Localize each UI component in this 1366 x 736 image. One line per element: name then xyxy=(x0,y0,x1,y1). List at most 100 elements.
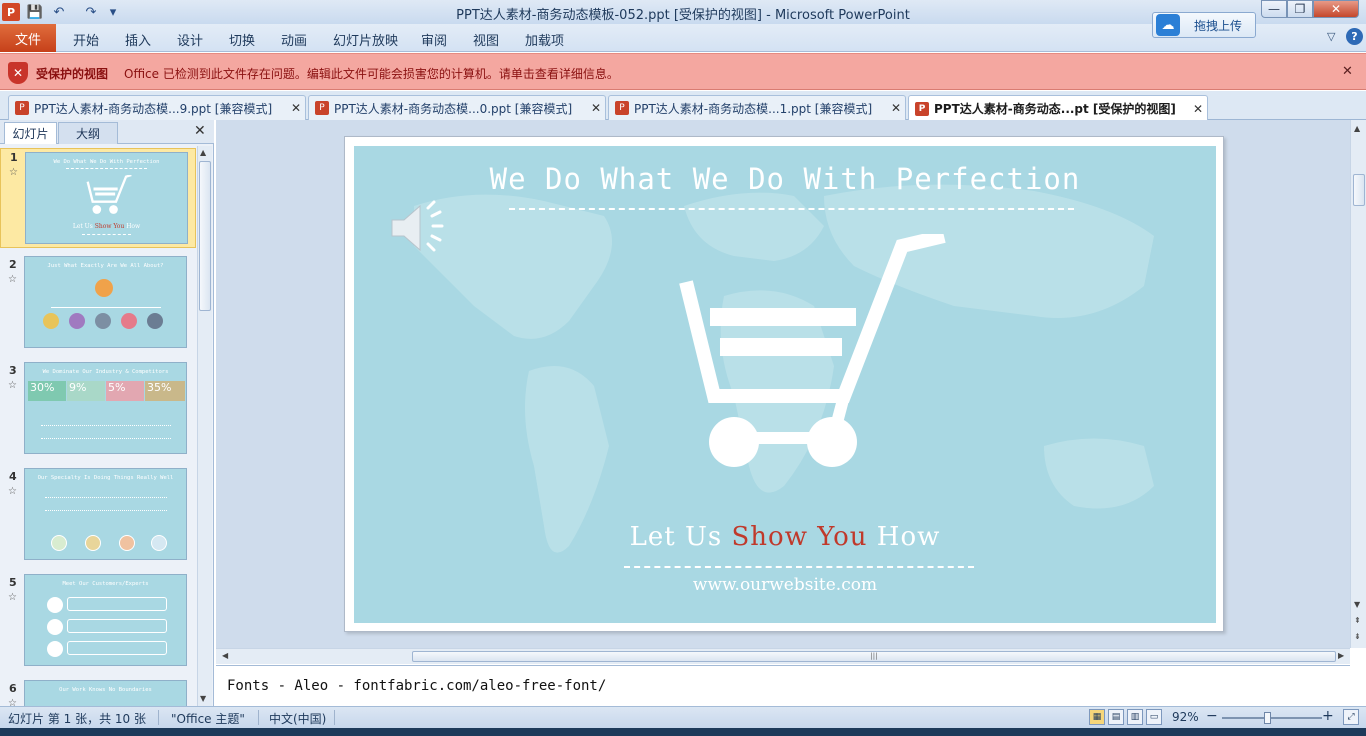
tagline-text-2: How xyxy=(867,522,941,552)
animation-star-icon: ☆ xyxy=(8,486,17,497)
slide-tagline[interactable]: Let Us Show You How xyxy=(354,522,1216,552)
thumb-icon-circle xyxy=(119,535,135,551)
thumb-tagline-hl: Show You xyxy=(94,223,125,230)
thumb-quote-box xyxy=(67,597,167,611)
zoom-out-icon[interactable]: − xyxy=(1206,708,1218,724)
scroll-right-icon[interactable]: ▶ xyxy=(1338,651,1344,660)
slide-thumbnail-3[interactable]: 3 ☆ We Dominate Our Industry & Competito… xyxy=(0,362,196,456)
slide-counter: 幻灯片 第 1 张，共 10 张 xyxy=(8,712,146,726)
protected-view-message[interactable]: Office 已检测到此文件存在问题。编辑此文件可能会损害您的计算机。请单击查看… xyxy=(124,65,619,82)
doc-tab-label: PPT达人素材-商务动态模...0.ppt [兼容模式] xyxy=(334,101,573,116)
tab-slides[interactable]: 幻灯片 xyxy=(4,122,57,144)
thumb-stat-box: 30% xyxy=(28,381,66,401)
minimize-button[interactable]: — xyxy=(1261,0,1287,18)
redo-icon[interactable]: ↷ xyxy=(82,3,100,21)
tab-home[interactable]: 开始 xyxy=(73,30,99,49)
doc-tab[interactable]: P PPT达人素材-商务动态模...9.ppt [兼容模式] ✕ xyxy=(8,95,306,120)
scrollbar-thumb[interactable] xyxy=(1353,174,1365,206)
doc-tab[interactable]: P PPT达人素材-商务动态模...0.ppt [兼容模式] ✕ xyxy=(308,95,606,120)
scroll-up-icon[interactable]: ▲ xyxy=(200,148,206,157)
ppt-file-icon: P xyxy=(915,101,929,116)
current-slide[interactable]: We Do What We Do With Perfection Let Us … xyxy=(344,136,1224,632)
zoom-level[interactable]: 92% xyxy=(1172,710,1199,724)
thumb-org-node xyxy=(95,313,111,329)
tab-review[interactable]: 审阅 xyxy=(421,30,447,49)
animation-star-icon: ☆ xyxy=(9,167,18,178)
slide-canvas[interactable]: We Do What We Do With Perfection Let Us … xyxy=(354,146,1216,623)
tab-view[interactable]: 视图 xyxy=(473,30,499,49)
protected-view-bar[interactable]: ✕ 受保护的视图 Office 已检测到此文件存在问题。编辑此文件可能会损害您的… xyxy=(0,53,1366,90)
scrollbar-thumb[interactable] xyxy=(199,161,211,311)
previous-slide-icon[interactable]: ⇞ xyxy=(1354,616,1361,625)
thumbnail-scrollbar[interactable]: ▲ ▼ xyxy=(197,146,212,706)
title-divider xyxy=(509,208,1074,210)
scroll-left-icon[interactable]: ◀ xyxy=(222,651,228,660)
scroll-down-icon[interactable]: ▼ xyxy=(1354,600,1360,609)
tab-slideshow[interactable]: 幻灯片放映 xyxy=(333,30,398,49)
reading-view-icon[interactable]: ▥ xyxy=(1127,709,1143,725)
minimize-ribbon-chevron-icon[interactable]: ▽ xyxy=(1327,30,1335,43)
notes-text[interactable]: Fonts - Aleo - fontfabric.com/aleo-free-… xyxy=(227,678,606,694)
close-icon[interactable]: ✕ xyxy=(587,101,605,115)
notes-pane[interactable]: Fonts - Aleo - fontfabric.com/aleo-free-… xyxy=(216,665,1350,706)
slide-thumbnail-4[interactable]: 4 ☆ Our Specialty Is Doing Things Really… xyxy=(0,468,196,562)
help-icon[interactable]: ? xyxy=(1346,28,1363,45)
zoom-in-icon[interactable]: + xyxy=(1322,708,1334,724)
slide-number: 4 xyxy=(9,470,17,483)
speaker-icon[interactable] xyxy=(388,198,458,258)
zoom-slider[interactable] xyxy=(1222,717,1322,719)
maximize-button[interactable]: ❐ xyxy=(1287,0,1313,18)
doc-tab-active[interactable]: P PPT达人素材-商务动态...pt [受保护的视图] ✕ xyxy=(908,95,1208,121)
close-icon[interactable]: ✕ xyxy=(1189,102,1207,116)
slide-editor: We Do What We Do With Perfection Let Us … xyxy=(216,120,1350,648)
tab-transitions[interactable]: 切换 xyxy=(229,30,255,49)
scrollbar-thumb[interactable]: ||| xyxy=(412,651,1336,662)
doc-tab[interactable]: P PPT达人素材-商务动态模...1.ppt [兼容模式] ✕ xyxy=(608,95,906,120)
undo-icon[interactable]: ↶ xyxy=(50,3,68,21)
scroll-down-icon[interactable]: ▼ xyxy=(200,694,206,703)
thumbnail-image: Our Work Knows No Boundaries xyxy=(24,680,187,706)
save-icon[interactable]: 💾 xyxy=(26,3,44,21)
theme-name[interactable]: "Office 主题" xyxy=(171,710,245,727)
normal-view-icon[interactable]: ▦ xyxy=(1089,709,1105,725)
thumb-org-node xyxy=(121,313,137,329)
file-tab[interactable]: 文件 xyxy=(0,24,56,52)
customize-toolbar-chevron-icon[interactable]: ▾ xyxy=(104,3,122,21)
slide-title[interactable]: We Do What We Do With Perfection xyxy=(354,162,1216,196)
language-indicator[interactable]: 中文(中国) xyxy=(269,710,326,727)
close-icon[interactable]: ✕ xyxy=(194,123,206,139)
animation-star-icon: ☆ xyxy=(8,698,17,706)
slide-thumbnail-5[interactable]: 5 ☆ Meet Our Customers/Experts xyxy=(0,574,196,668)
slide-number: 2 xyxy=(9,258,17,271)
thumb-title: Meet Our Customers/Experts xyxy=(62,581,149,587)
fit-to-window-icon[interactable]: ⤢ xyxy=(1343,709,1359,725)
slide-thumbnail-2[interactable]: 2 ☆ Just What Exactly Are We All About? xyxy=(0,256,196,350)
thumb-icon-circle xyxy=(51,535,67,551)
slide-sorter-icon[interactable]: ▤ xyxy=(1108,709,1124,725)
powerpoint-app-icon[interactable]: P xyxy=(2,3,20,21)
status-separator xyxy=(158,710,159,725)
close-icon[interactable]: ✕ xyxy=(287,101,305,115)
slide-website[interactable]: www.ourwebsite.com xyxy=(354,575,1216,595)
slide-thumbnail-6[interactable]: 6 ☆ Our Work Knows No Boundaries xyxy=(0,680,196,706)
editor-vertical-scrollbar[interactable]: ▲ ▼ ⇞ ⇟ xyxy=(1350,120,1366,648)
tab-design[interactable]: 设计 xyxy=(177,30,203,49)
tab-outline[interactable]: 大纲 xyxy=(58,122,118,144)
scroll-up-icon[interactable]: ▲ xyxy=(1354,124,1360,133)
zoom-slider-knob[interactable] xyxy=(1264,712,1271,724)
tab-addins[interactable]: 加载项 xyxy=(525,30,564,49)
slide-number: 3 xyxy=(9,364,17,377)
ppt-file-icon: P xyxy=(315,101,329,115)
editor-horizontal-scrollbar[interactable]: ◀ ||| ▶ xyxy=(216,648,1350,664)
slideshow-view-icon[interactable]: ▭ xyxy=(1146,709,1162,725)
close-window-button[interactable]: ✕ xyxy=(1313,0,1359,18)
next-slide-icon[interactable]: ⇟ xyxy=(1354,632,1361,641)
close-icon[interactable]: ✕ xyxy=(1342,64,1353,79)
cloud-upload-button[interactable]: ☁ 拖拽上传 xyxy=(1152,12,1256,38)
slide-thumbnail-1[interactable]: 1 ☆ We Do What We Do With Perfection Let… xyxy=(0,148,196,248)
tab-insert[interactable]: 插入 xyxy=(125,30,151,49)
shield-warning-icon: ✕ xyxy=(8,62,28,84)
tab-animations[interactable]: 动画 xyxy=(281,30,307,49)
thumb-divider xyxy=(82,234,131,235)
close-icon[interactable]: ✕ xyxy=(887,101,905,115)
